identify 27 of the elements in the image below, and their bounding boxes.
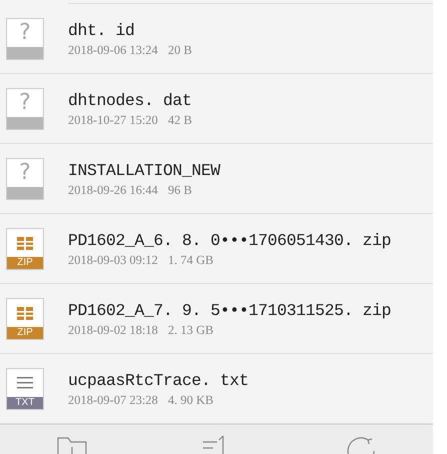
- file-name: dht. id: [68, 21, 136, 40]
- file-type-label: ZIP: [7, 256, 43, 268]
- question-mark-glyph: ?: [19, 18, 31, 46]
- file-date: 2018-09-02 18:18: [68, 323, 158, 338]
- question-mark-glyph: ?: [19, 158, 31, 186]
- lines-glyph-icon: [17, 376, 33, 388]
- question-mark-glyph: ?: [19, 88, 31, 116]
- file-size: 1. 74 GB: [168, 253, 214, 268]
- file-name: dhtnodes. dat: [68, 91, 192, 110]
- file-name: PD1602_A_6. 8. 0•••1706051430. zip: [68, 231, 392, 250]
- file-type-label: ZIP: [7, 326, 43, 338]
- file-date: 2018-09-03 09:12: [68, 253, 158, 268]
- grid-glyph-icon: [17, 306, 33, 320]
- file-size: 42 B: [168, 113, 192, 128]
- file-size: 4. 90 KB: [168, 393, 214, 408]
- file-type-label: TXT: [7, 396, 43, 408]
- file-name: INSTALLATION_NEW: [68, 161, 220, 180]
- file-size: 96 B: [168, 183, 192, 198]
- file-name: PD1602_A_7. 9. 5•••1710311525. zip: [68, 301, 392, 320]
- file-date: 2018-09-07 23:28: [68, 393, 158, 408]
- file-date: 2018-09-26 16:44: [68, 183, 158, 198]
- file-size: 20 B: [168, 43, 192, 58]
- file-name: ucpaasRtcTrace. txt: [68, 371, 249, 390]
- file-size: 2. 13 GB: [168, 323, 214, 338]
- file-date: 2018-10-27 15:20: [68, 113, 158, 128]
- file-date: 2018-09-06 13:24: [68, 43, 158, 58]
- grid-glyph-icon: [17, 236, 33, 250]
